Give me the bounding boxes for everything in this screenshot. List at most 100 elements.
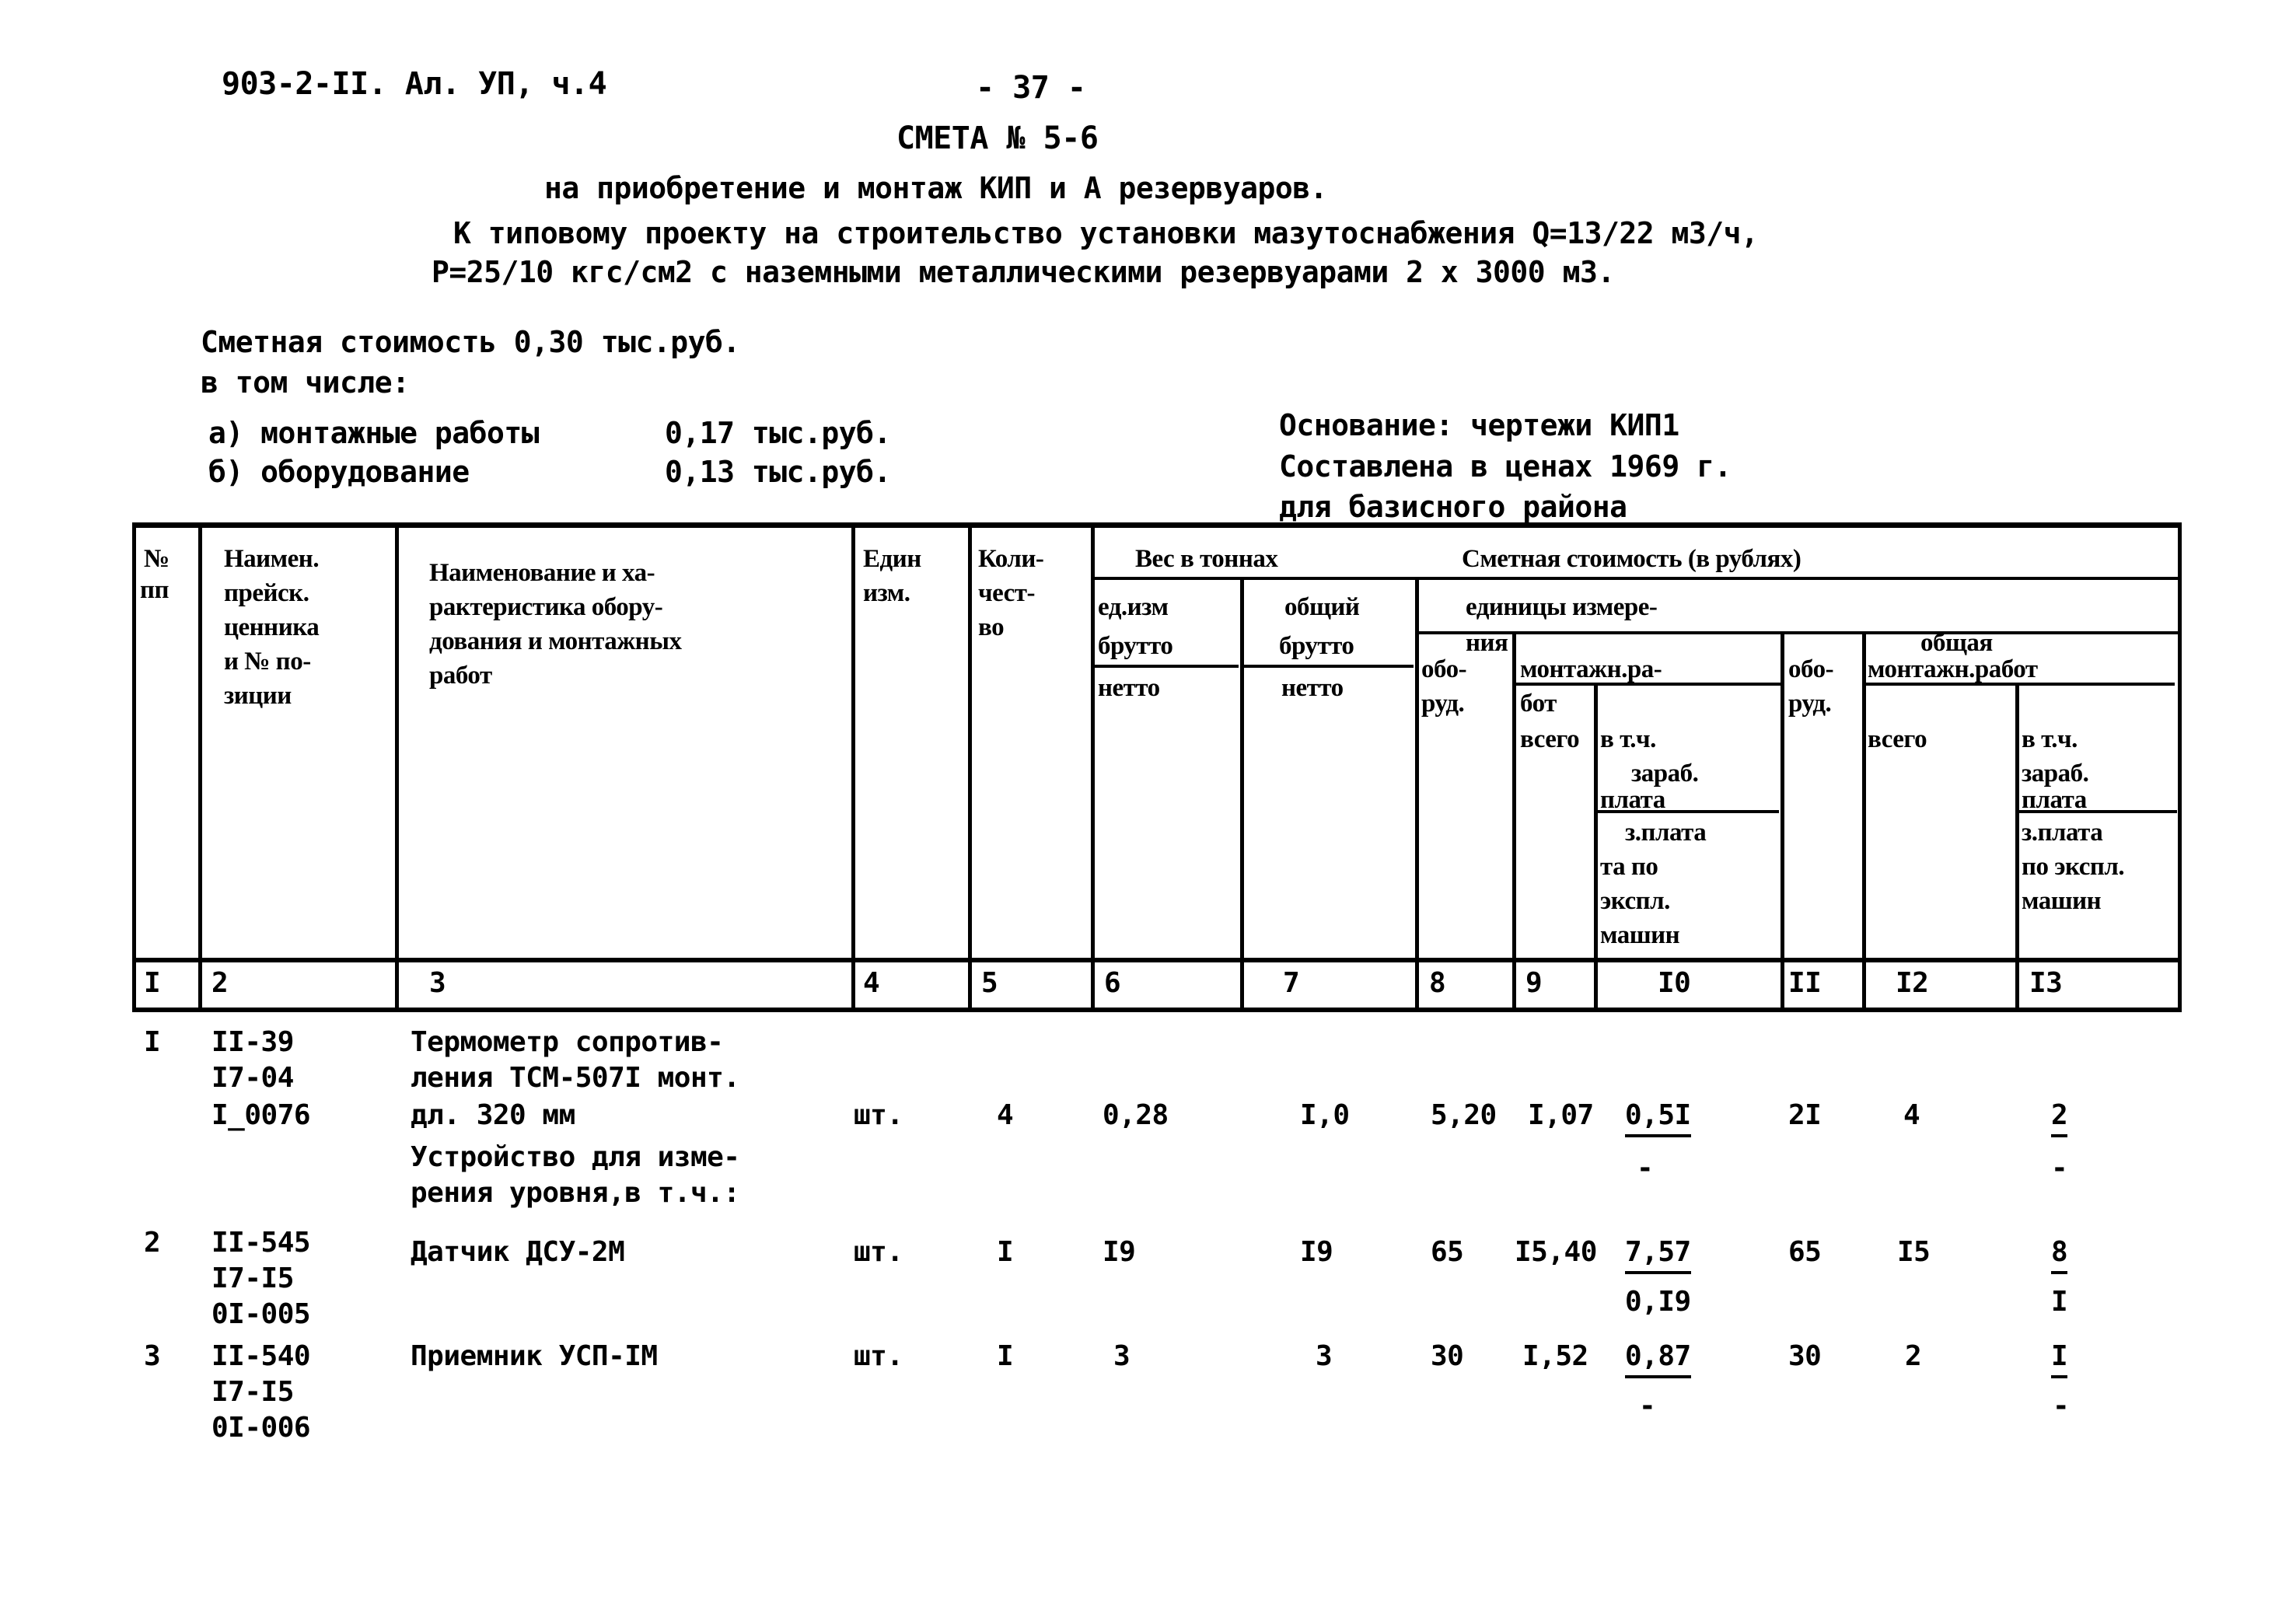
header-zplata-l1: з.плата xyxy=(1625,819,1707,847)
header-cost-group: Сметная стоимость (в рублях) xyxy=(1462,545,1802,573)
installation-works-label: а) монтажные работы xyxy=(208,416,540,450)
brutto-unit-underline xyxy=(1091,665,1239,668)
header-mont-l1: монтажн.ра- xyxy=(1520,655,1662,683)
header-vtch2: в т.ч. xyxy=(2022,725,2078,753)
row3-num: 2 xyxy=(144,1227,161,1259)
header-zplata2-l2: по экспл. xyxy=(2022,853,2125,881)
row3-unit-equip: 65 xyxy=(1431,1236,1464,1268)
header-plata: плата xyxy=(1600,786,1665,814)
header-weight-unit-l2: брутто xyxy=(1098,632,1173,660)
header-unit-group-l2: ния xyxy=(1466,629,1508,657)
table-vline-c2 xyxy=(395,522,399,1012)
weight-group-underline xyxy=(1091,577,1415,580)
row3-total-wage: 8 xyxy=(2051,1235,2068,1274)
row4-num: 3 xyxy=(144,1340,161,1372)
header-weight-total-l2: брутто xyxy=(1279,632,1354,660)
table-vline-c3 xyxy=(851,522,855,1012)
colnum-12: I2 xyxy=(1896,967,1929,999)
row3-unit-mont-total: I5,40 xyxy=(1515,1236,1597,1268)
row1-qty: 4 xyxy=(997,1099,1014,1131)
colnum-1: I xyxy=(144,967,161,999)
equipment-label: б) оборудование xyxy=(208,455,470,489)
header-col3-l1: Наименование и ха- xyxy=(429,559,655,587)
table-border-numrow-bottom xyxy=(132,1008,2182,1012)
table-vline-c4 xyxy=(968,522,972,1012)
header-zarab2: зараб. xyxy=(2022,760,2089,788)
table-vline-c12 xyxy=(2015,684,2019,1012)
table-border-numrow-top xyxy=(132,958,2182,962)
table-vline-c8 xyxy=(1512,631,1516,1012)
row4-total-equip: 30 xyxy=(1788,1340,1822,1372)
header-col3-l3: дования и монтажных xyxy=(429,627,682,655)
header-zplata-l4: машин xyxy=(1600,921,1680,949)
header-weight-total-l3: нетто xyxy=(1281,674,1344,702)
header-obor2-l2: руд. xyxy=(1788,690,1832,718)
row1-name-l1: Термометр сопротив- xyxy=(411,1026,724,1058)
row4-unit-mont-wage: 0,87 xyxy=(1625,1339,1691,1378)
colnum-3: 3 xyxy=(429,967,446,999)
row1-total-wage2: - xyxy=(2051,1152,2068,1184)
table-vline-c5 xyxy=(1091,522,1095,1012)
header-zplata-l2: та по xyxy=(1600,853,1658,881)
header-col1-a: № xyxy=(144,545,169,573)
table-vline-c11 xyxy=(1862,631,1866,1012)
row3-ref-l1: II-545 xyxy=(211,1227,311,1259)
header-col5-l2: чест- xyxy=(978,579,1036,607)
row2-name-l1: Устройство для изме- xyxy=(411,1141,740,1173)
header-col5-l3: во xyxy=(978,613,1005,641)
header-zarab: зараб. xyxy=(1631,760,1699,788)
estimate-title: СМЕТА № 5-6 xyxy=(896,120,1099,156)
basis-line-2: Составлена в ценах 1969 г. xyxy=(1279,449,1732,484)
row1-unit: шт. xyxy=(854,1099,903,1131)
header-weight-group: Вес в тоннах xyxy=(1135,545,1278,573)
colnum-10: I0 xyxy=(1658,967,1691,999)
table-vline-left xyxy=(132,522,136,1012)
header-zplata2-l1: з.плата xyxy=(2022,819,2103,847)
header-obor-l1: обо- xyxy=(1421,655,1467,683)
header-vtch: в т.ч. xyxy=(1600,725,1656,753)
header-vsego2: всего xyxy=(1868,725,1927,753)
row3-weight-total: I9 xyxy=(1300,1236,1333,1268)
row4-qty: I xyxy=(997,1340,1014,1372)
table-border-top xyxy=(132,522,2182,528)
row4-unit: шт. xyxy=(854,1340,903,1372)
row4-unit-equip: 30 xyxy=(1431,1340,1464,1372)
colnum-11: II xyxy=(1788,967,1822,999)
row1-ref-l2: I7-04 xyxy=(211,1062,294,1094)
row1-weight-unit: 0,28 xyxy=(1103,1099,1169,1131)
colnum-9: 9 xyxy=(1525,967,1543,999)
row4-ref-l3: 0I-006 xyxy=(211,1412,311,1444)
installation-works-value: 0,17 тыс.руб. xyxy=(665,416,891,450)
header-col1-b: пп xyxy=(140,576,169,604)
row4-unit-mont-wage2: - xyxy=(1639,1390,1656,1422)
colnum-4: 4 xyxy=(863,967,880,999)
header-col5-l1: Коли- xyxy=(978,545,1044,573)
row3-ref-l3: 0I-005 xyxy=(211,1298,311,1330)
row3-unit: шт. xyxy=(854,1236,903,1268)
row1-unit-mont-wage2: - xyxy=(1637,1152,1654,1184)
row3-ref-l2: I7-I5 xyxy=(211,1263,294,1294)
brutto-total-underline xyxy=(1244,665,1414,668)
row1-num: I xyxy=(144,1026,161,1058)
header-col2-l2: прейск. xyxy=(224,579,309,607)
header-vsego: всего xyxy=(1520,725,1580,753)
header-col3-l2: рактеристика обору- xyxy=(429,593,663,621)
row3-total-equip: 65 xyxy=(1788,1236,1822,1268)
header-zplata2-l3: машин xyxy=(2022,887,2102,915)
row1-unit-mont-wage: 0,5I xyxy=(1625,1098,1691,1137)
page-number: - 37 - xyxy=(976,70,1086,106)
row1-name-l3: дл. 320 мм xyxy=(411,1099,575,1131)
table-vline-c7 xyxy=(1415,577,1419,1012)
row3-name-l1: Датчик ДСУ-2М xyxy=(411,1236,625,1268)
row4-weight-unit: 3 xyxy=(1113,1340,1131,1372)
colnum-7: 7 xyxy=(1283,967,1300,999)
row3-weight-unit: I9 xyxy=(1103,1236,1136,1268)
subtitle-line-2: К типовому проекту на строительство уста… xyxy=(453,216,1759,250)
header-col2-l3: ценника xyxy=(224,613,320,641)
row1-unit-equip: 5,20 xyxy=(1431,1099,1497,1131)
table-vline-c9 xyxy=(1594,684,1598,1012)
header-mont-l2: бот xyxy=(1520,690,1557,718)
header-weight-unit-l3: нетто xyxy=(1098,674,1160,702)
row4-weight-total: 3 xyxy=(1316,1340,1333,1372)
colnum-8: 8 xyxy=(1429,967,1446,999)
